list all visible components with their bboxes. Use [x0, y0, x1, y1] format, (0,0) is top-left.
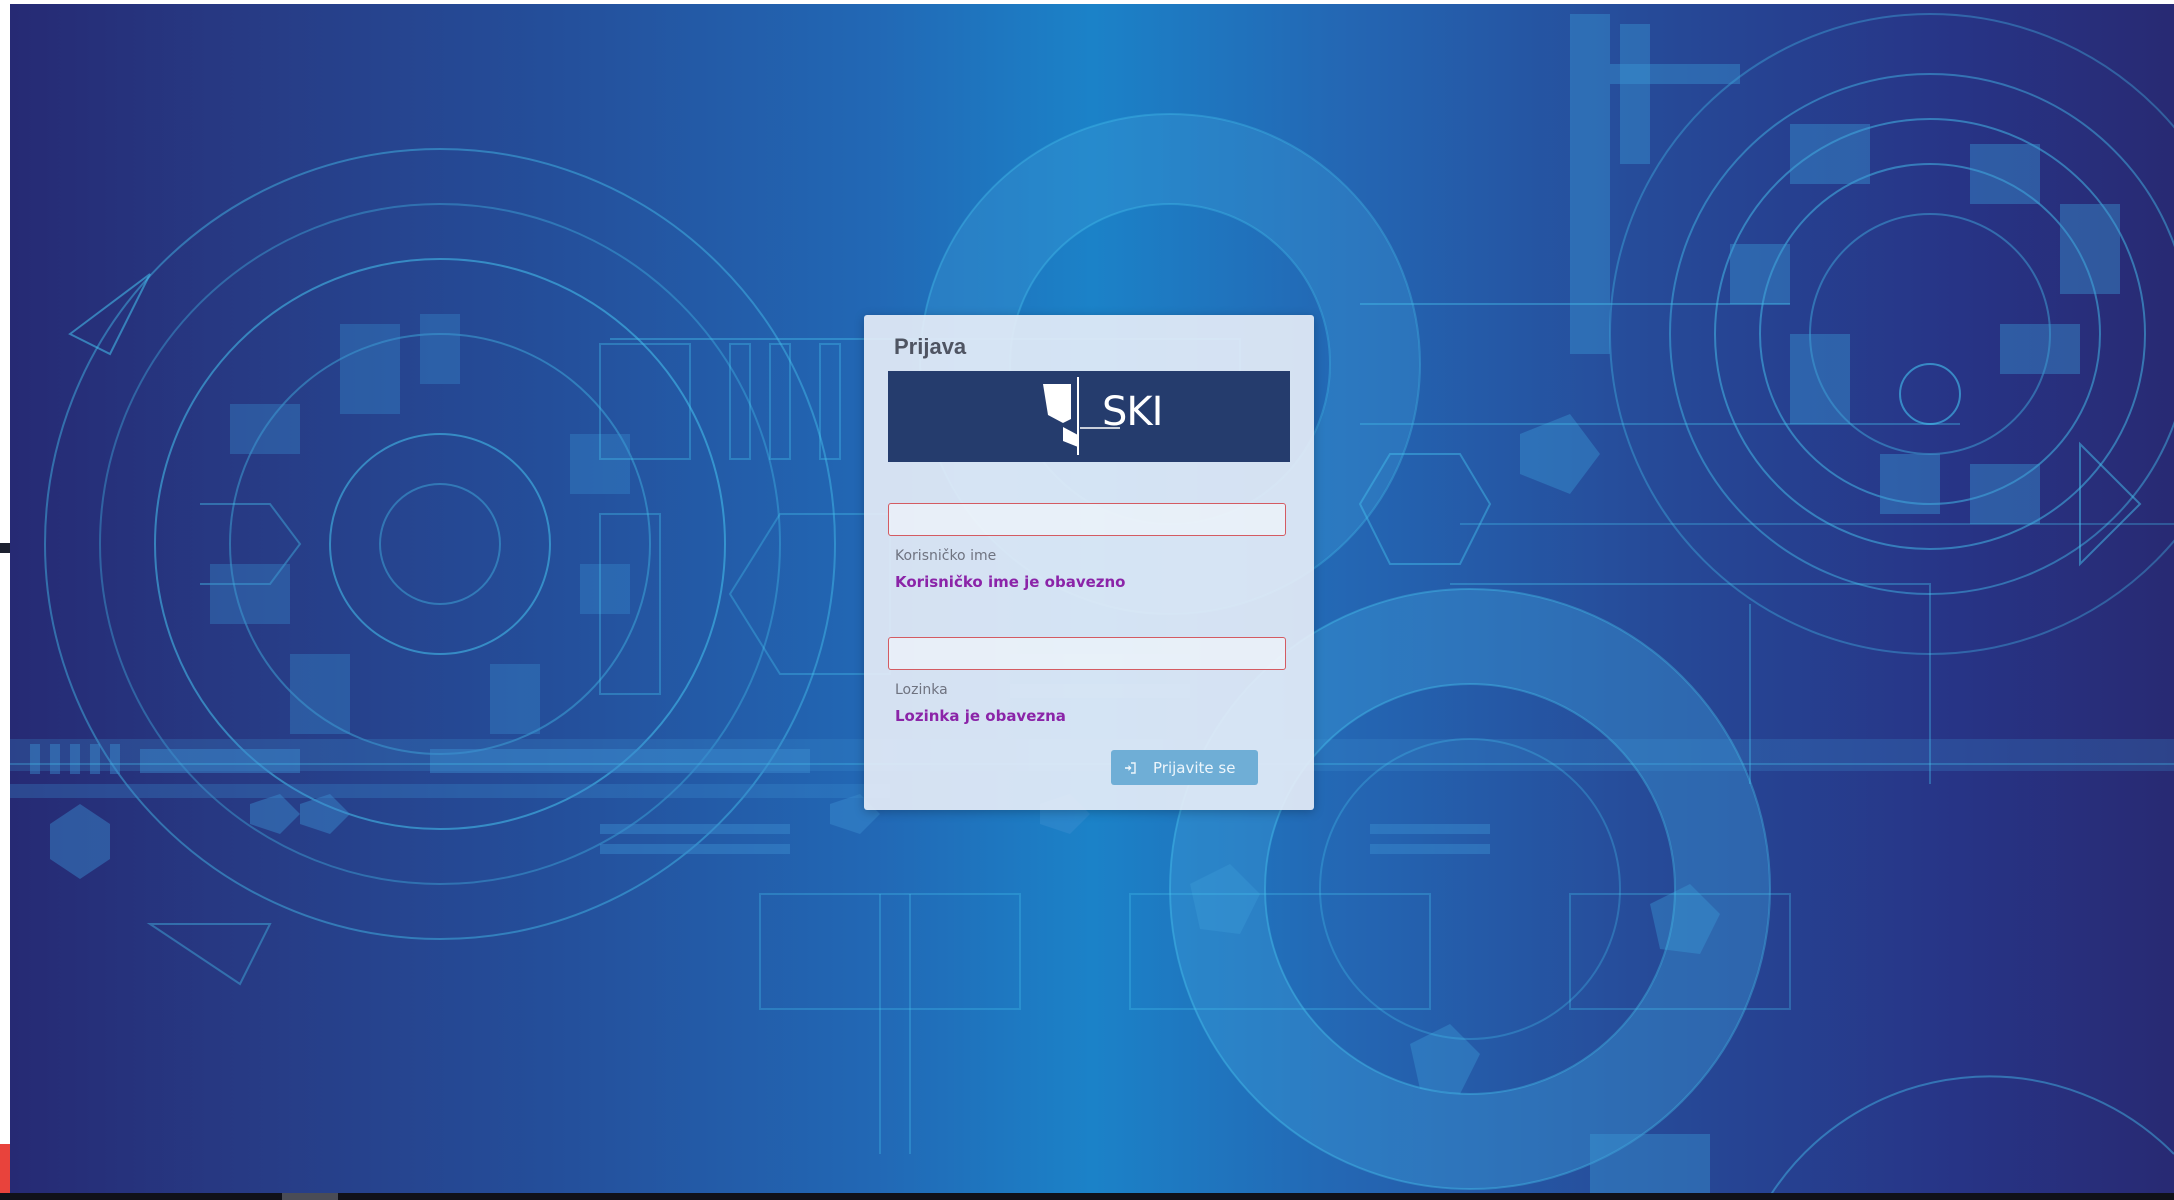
- edge-mark: [0, 543, 10, 553]
- sign-in-icon: [1125, 761, 1136, 774]
- bottom-bar-tab: [282, 1193, 338, 1200]
- username-label: Korisničko ime: [895, 548, 997, 564]
- ski-logo: [1043, 377, 1120, 455]
- login-button-label: Prijavite se: [1153, 758, 1236, 777]
- password-error: Lozinka je obavezna: [895, 707, 1066, 725]
- edge-accent: [0, 1144, 10, 1193]
- username-input[interactable]: [888, 503, 1286, 536]
- password-label: Lozinka: [895, 682, 948, 698]
- logo-banner: SKI: [888, 371, 1290, 462]
- password-input[interactable]: [888, 637, 1286, 670]
- login-title: Prijava: [894, 334, 967, 359]
- login-card: Prijava SKI Korisničko ime Korisničko im…: [864, 315, 1314, 810]
- logo-text: SKI: [1102, 389, 1163, 435]
- login-button[interactable]: Prijavite se: [1111, 750, 1258, 785]
- username-error: Korisničko ime je obavezno: [895, 573, 1126, 591]
